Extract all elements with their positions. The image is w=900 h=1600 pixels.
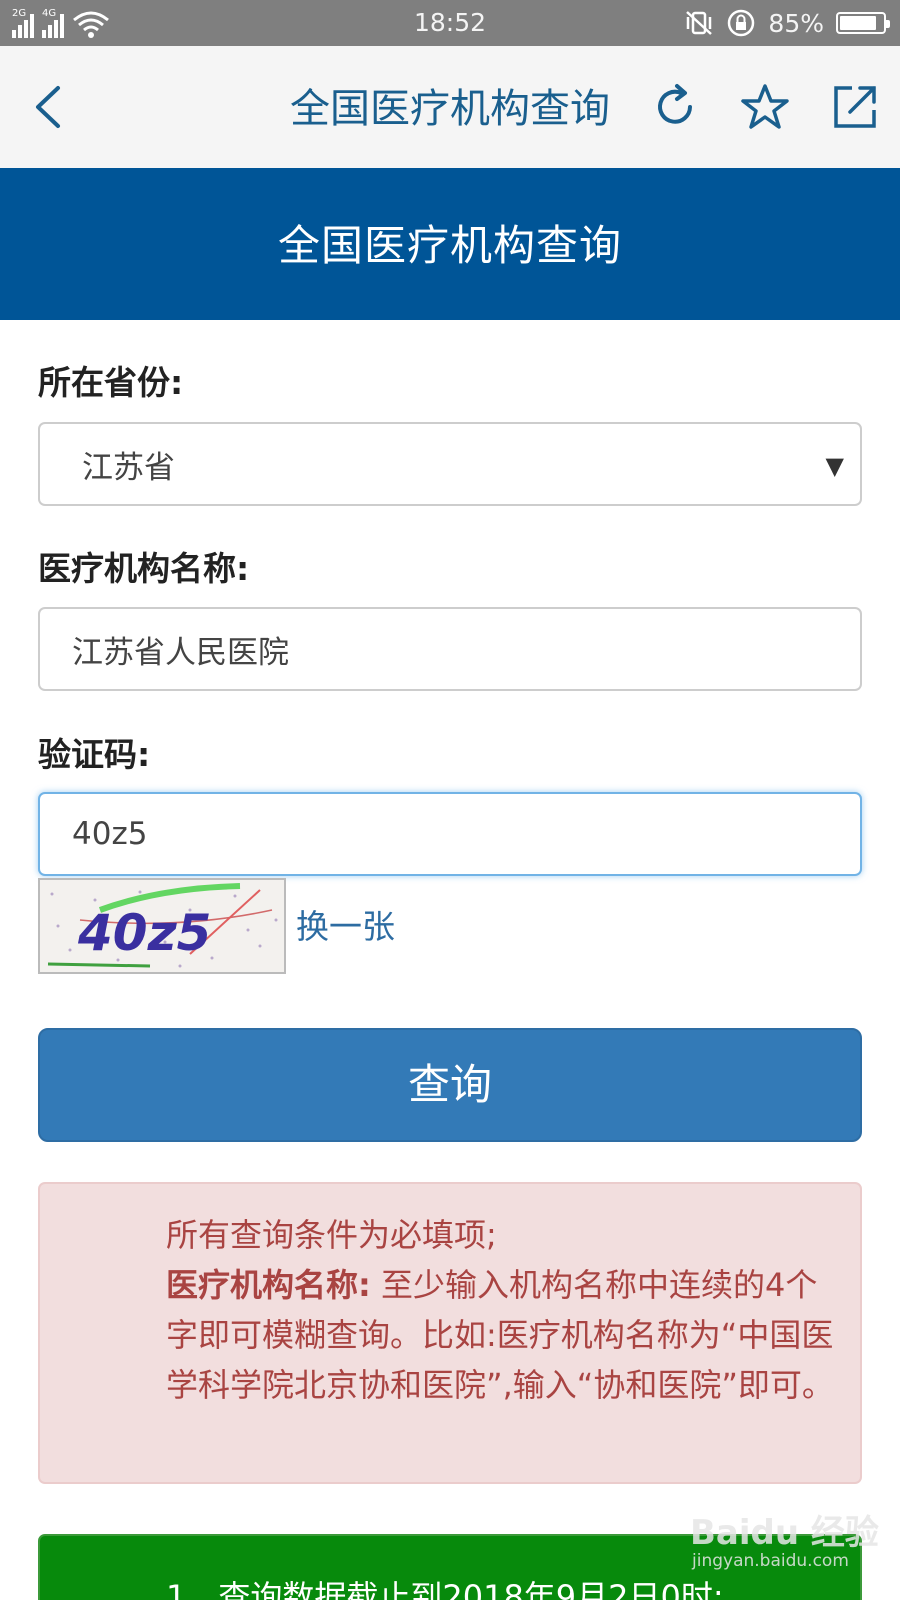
dropdown-arrow-icon: ▼ <box>825 452 844 480</box>
battery-icon <box>836 12 890 34</box>
captcha-text: 40z5 <box>77 904 211 962</box>
page-title: 全国医疗机构查询 <box>277 221 622 270</box>
province-label: 所在省份: <box>38 363 184 402</box>
notice-name-label: 医疗机构名称: <box>166 1266 371 1304</box>
baidu-jingyan-watermark: Baidu 经验 jingyan.baidu.com <box>690 1505 890 1580</box>
refresh-icon[interactable] <box>650 82 700 132</box>
captcha-input-value: 40z5 <box>72 816 148 852</box>
share-external-icon[interactable] <box>830 82 880 132</box>
status-icons-right: 85% <box>684 8 890 38</box>
notice-box: 所有查询条件为必填项; 医疗机构名称: 至少输入机构名称中连续的4个字即可模糊查… <box>38 1182 862 1484</box>
refresh-captcha-link[interactable]: 换一张 <box>296 900 395 948</box>
nav-title: 全国医疗机构查询 <box>290 86 610 132</box>
nav-bar: 全国医疗机构查询 <box>0 46 900 168</box>
captcha-graphic: 40z5 <box>47 883 278 968</box>
captcha-input[interactable]: 40z5 <box>38 792 862 876</box>
battery-percent: 85% <box>768 8 824 38</box>
notice-line-required: 所有查询条件为必填项; <box>166 1216 497 1254</box>
notice-paragraph: 医疗机构名称: 至少输入机构名称中连续的4个字即可模糊查询。比如:医疗机构名称为… <box>166 1260 834 1410</box>
institution-name-label: 医疗机构名称: <box>38 549 250 588</box>
query-button[interactable]: 查询 <box>38 1028 862 1142</box>
captcha-image[interactable]: 40z5 <box>38 878 286 974</box>
info-line-1: 1、查询数据截止到2018年9月2日0时; <box>166 1578 724 1600</box>
institution-name-input[interactable]: 江苏省人民医院 <box>38 607 862 691</box>
province-value: 江苏省 <box>82 449 175 486</box>
status-bar: 2G 4G 18:52 85% <box>0 0 900 46</box>
province-select[interactable]: 江苏省 ▼ <box>38 422 862 506</box>
battery-fill <box>840 16 876 30</box>
watermark-url: jingyan.baidu.com <box>692 1551 849 1571</box>
captcha-label: 验证码: <box>38 735 151 774</box>
rotation-lock-icon <box>728 9 755 37</box>
institution-name-value: 江苏省人民医院 <box>72 634 289 671</box>
page-header-banner: 全国医疗机构查询 <box>0 168 900 320</box>
star-icon[interactable] <box>740 82 790 132</box>
back-arrow-icon[interactable] <box>28 82 72 132</box>
watermark-main: Baidu 经验 <box>690 1513 879 1553</box>
vibrate-off-icon <box>686 11 713 35</box>
